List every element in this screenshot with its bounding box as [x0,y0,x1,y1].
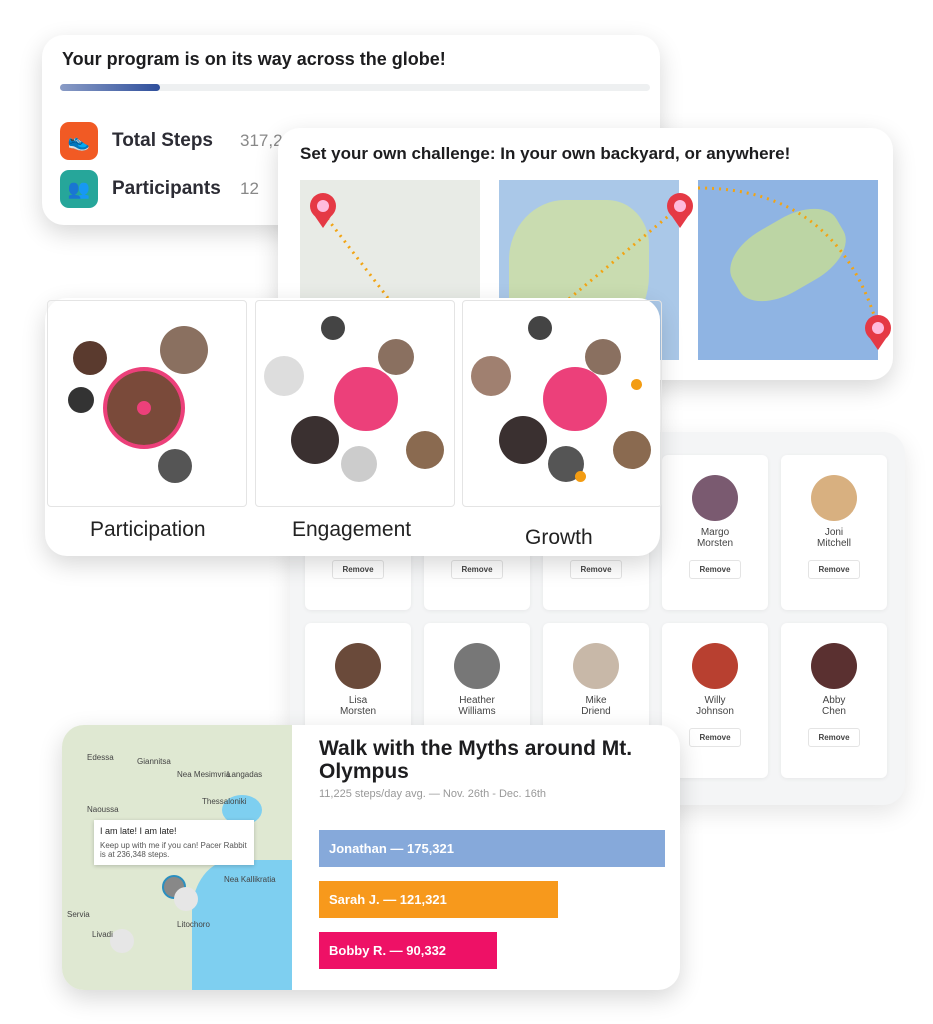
map-pin-icon [865,315,891,350]
avatar [454,643,500,689]
user-avatar-icon[interactable] [174,887,198,911]
avatar [692,643,738,689]
check-badge-icon [575,471,586,482]
participant-name: Joni Mitchell [817,527,851,549]
avatar [335,643,381,689]
avatar [573,643,619,689]
town-label: Nea Mesimvria [177,770,231,779]
town-label: Nea Kallikratia [224,875,276,884]
participant-card: Joni Mitchell Remove [781,455,887,610]
myth-challenge-card: I am late! I am late! Keep up with me if … [62,725,680,990]
engagement-label: Engagement [292,518,412,541]
participation-panel[interactable] [47,300,247,507]
participation-label: Participation [90,518,206,541]
growth-label: Growth [525,526,593,549]
leaderboard-bar: Jonathan — 175,321 [319,830,665,867]
avatar [811,643,857,689]
participant-name: Heather Williams [458,695,496,717]
stat-label: Participants [112,178,221,199]
participant-card: Abby Chen Remove [781,623,887,778]
avatar [692,475,738,521]
town-label: Litochoro [177,920,210,929]
stat-value: 12 [240,179,259,198]
olympus-map[interactable]: I am late! I am late! Keep up with me if … [62,725,292,990]
remove-button[interactable]: Remove [451,560,503,579]
participant-name: Margo Morsten [696,527,734,549]
stat-participants: 👥 Participants 12 [60,170,259,208]
town-label: Livadi [92,930,113,939]
participant-name: Willy Johnson [696,695,734,717]
people-icon: 👥 [60,170,98,208]
map-tooltip: I am late! I am late! Keep up with me if … [94,820,254,865]
remove-button[interactable]: Remove [332,560,384,579]
leaderboard-bar: Bobby R. — 90,332 [319,932,498,969]
remove-button[interactable]: Remove [689,560,741,579]
progress-title: Your program is on its way across the gl… [62,49,446,69]
participant-name: Mike Driend [581,695,611,717]
town-label: Servia [67,910,90,919]
progress-bar [60,84,650,91]
avatar [811,475,857,521]
remove-button[interactable]: Remove [689,728,741,747]
remove-button[interactable]: Remove [808,560,860,579]
stat-total-steps: 👟 Total Steps 317,2 [60,122,283,160]
participant-card: Margo Morsten Remove [662,455,768,610]
remove-button[interactable]: Remove [808,728,860,747]
town-label: Thessaloniki [202,797,247,806]
stat-label: Total Steps [112,130,213,151]
town-label: Langadas [227,770,263,779]
town-label: Naoussa [87,805,119,814]
myth-title: Walk with the Myths around Mt. Olympus [319,737,633,783]
town-label: Edessa [87,753,114,762]
user-avatar-icon[interactable] [110,929,134,953]
participant-name: Lisa Morsten [339,695,377,717]
town-label: Giannitsa [137,757,171,766]
myth-subtitle: 11,225 steps/day avg. — Nov. 26th - Dec.… [319,788,547,800]
map-pin-icon [310,193,336,228]
check-badge-icon [631,379,642,390]
stat-value: 317,2 [240,131,283,150]
remove-button[interactable]: Remove [570,560,622,579]
map-pin-icon [667,193,693,228]
growth-panel[interactable] [462,300,662,507]
leaderboard-bar: Sarah J. — 121,321 [319,881,559,918]
metrics-card: Participation Engagement Growth [45,298,662,556]
engagement-panel[interactable] [255,300,455,507]
participant-name: Abby Chen [822,695,846,717]
shoe-icon: 👟 [60,122,98,160]
